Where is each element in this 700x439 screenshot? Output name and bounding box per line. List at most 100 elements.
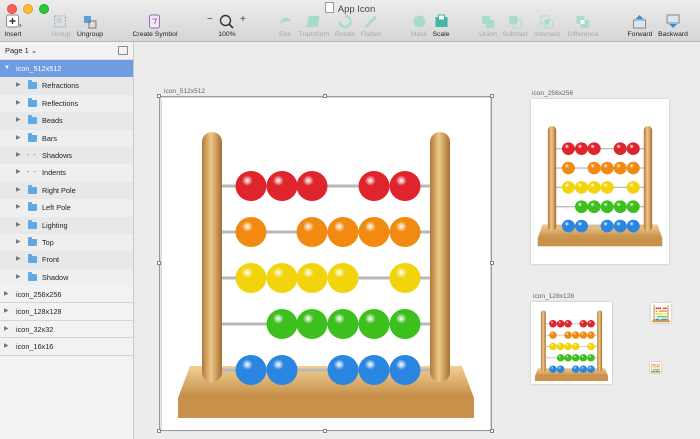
zoom-out-button[interactable]: − bbox=[207, 14, 213, 25]
disclosure-collapsed-icon[interactable]: ▶ bbox=[4, 338, 9, 355]
plus-icon bbox=[5, 14, 22, 29]
layer-item[interactable]: ▶ icon_16x16 bbox=[0, 338, 133, 356]
union-button[interactable]: Union bbox=[479, 14, 497, 38]
abacus-bead bbox=[653, 368, 655, 370]
abacus-bead bbox=[664, 307, 667, 310]
layer-item[interactable]: ▶ Lighting bbox=[0, 216, 133, 234]
artboard-icon-256[interactable] bbox=[531, 99, 669, 264]
resize-handle[interactable] bbox=[490, 429, 494, 433]
layer-item[interactable]: ▶ Refractions bbox=[0, 77, 133, 95]
ungroup-button[interactable]: Ungroup bbox=[77, 14, 103, 38]
layer-item[interactable]: ▶ Top bbox=[0, 233, 133, 252]
zoom-in-button[interactable]: + bbox=[240, 14, 246, 25]
group-button[interactable]: Group bbox=[52, 14, 70, 38]
abacus-left-pole bbox=[653, 305, 655, 321]
layer-item[interactable]: ▶ Beads bbox=[0, 112, 133, 130]
abacus-bead bbox=[656, 370, 658, 372]
canvas[interactable]: icon_512x512 icon_256x256 icon_128x128 bbox=[134, 42, 700, 439]
abacus-right-pole bbox=[667, 305, 669, 321]
abacus-bead bbox=[661, 315, 663, 318]
scale-button[interactable]: Scale bbox=[432, 14, 450, 38]
artboard-icon-16[interactable] bbox=[650, 362, 661, 373]
insert-button[interactable]: Insert bbox=[5, 14, 22, 38]
add-page-icon[interactable] bbox=[118, 46, 128, 55]
abacus-bead bbox=[653, 367, 655, 369]
rotate-icon bbox=[337, 14, 354, 29]
disclosure-collapsed-icon[interactable]: ▶ bbox=[16, 130, 21, 147]
subtract-button[interactable]: Subtract bbox=[502, 14, 528, 38]
artboard-icon-32[interactable] bbox=[651, 303, 671, 323]
mask-button[interactable]: Mask bbox=[411, 14, 428, 38]
zoom-control[interactable]: − + 100% bbox=[207, 14, 247, 38]
abacus-bead bbox=[652, 364, 654, 366]
disclosure-collapsed-icon[interactable]: ▶ bbox=[4, 303, 9, 320]
abacus-left-pole bbox=[651, 363, 653, 372]
page-selector[interactable]: Page 1 ⌄ bbox=[0, 42, 133, 60]
disclosure-collapsed-icon[interactable]: ▶ bbox=[16, 269, 21, 286]
folder-icon bbox=[28, 80, 37, 90]
disclosure-collapsed-icon[interactable]: ▶ bbox=[16, 217, 21, 234]
zoom-control-icons: − + bbox=[207, 14, 247, 29]
layer-item[interactable]: ▶ Right Pole bbox=[0, 181, 133, 200]
abacus-bead bbox=[587, 181, 601, 194]
resize-handle[interactable] bbox=[323, 94, 327, 98]
disclosure-collapsed-icon[interactable]: ▶ bbox=[4, 321, 9, 338]
abacus-bead bbox=[652, 365, 654, 367]
layer-item[interactable]: ▶ Left Pole bbox=[0, 199, 133, 217]
disclosure-collapsed-icon[interactable]: ▶ bbox=[4, 286, 9, 303]
abacus-bead bbox=[561, 161, 575, 175]
flatten-button[interactable]: Flatten bbox=[361, 14, 381, 38]
layer-name: icon_128x128 bbox=[16, 307, 62, 317]
abacus-bead bbox=[556, 365, 565, 373]
disclosure-collapsed-icon[interactable]: ▶ bbox=[16, 234, 21, 251]
artboard-label-256[interactable]: icon_256x256 bbox=[532, 90, 573, 97]
create-symbol-button[interactable]: Create Symbol bbox=[133, 14, 177, 38]
layer-item[interactable]: ▶ icon_256x256 bbox=[0, 286, 133, 304]
layer-item[interactable]: ▶ - - Shadows bbox=[0, 146, 133, 165]
layer-item[interactable]: ▶ icon_128x128 bbox=[0, 303, 133, 321]
abacus-bead bbox=[561, 142, 575, 155]
artboard-label-512[interactable]: icon_512x512 bbox=[164, 88, 205, 95]
difference-button[interactable]: Difference bbox=[568, 14, 598, 38]
disclosure-collapsed-icon[interactable]: ▶ bbox=[16, 182, 21, 199]
layer-item[interactable]: ▼ icon_512x512 bbox=[0, 60, 133, 78]
layer-item[interactable]: ▶ icon_32x32 bbox=[0, 321, 133, 339]
transform-button[interactable]: Transform bbox=[299, 14, 329, 38]
resize-handle[interactable] bbox=[323, 429, 327, 433]
artboard-label-128[interactable]: icon_128x128 bbox=[533, 293, 574, 300]
backward-button[interactable]: Backward bbox=[658, 14, 688, 38]
disclosure-collapsed-icon[interactable]: ▶ bbox=[16, 112, 21, 129]
layer-item[interactable]: ▶ - - Indents bbox=[0, 164, 133, 182]
resize-handle[interactable] bbox=[157, 94, 161, 98]
abacus-icon bbox=[652, 305, 670, 323]
abacus-right-pole bbox=[597, 310, 603, 373]
layer-item[interactable]: ▶ Bars bbox=[0, 129, 133, 147]
resize-handle[interactable] bbox=[157, 429, 161, 433]
resize-handle[interactable] bbox=[490, 94, 494, 98]
abacus-bead bbox=[564, 331, 572, 339]
disclosure-collapsed-icon[interactable]: ▶ bbox=[16, 199, 21, 216]
layer-item[interactable]: ▶ Reflections bbox=[0, 94, 133, 113]
abacus-bead bbox=[549, 320, 557, 328]
layer-item[interactable]: ▶ Front bbox=[0, 251, 133, 269]
abacus-icon bbox=[537, 125, 663, 247]
forward-button[interactable]: Forward bbox=[628, 14, 652, 38]
edit-icon bbox=[277, 14, 294, 29]
disclosure-collapsed-icon[interactable]: ▶ bbox=[16, 251, 21, 268]
artboard-icon-128[interactable] bbox=[531, 302, 612, 384]
intersect-button[interactable]: Intersect bbox=[534, 14, 560, 38]
folder-icon bbox=[28, 219, 37, 229]
disclosure-collapsed-icon[interactable]: ▶ bbox=[16, 147, 21, 164]
disclosure-collapsed-icon[interactable]: ▶ bbox=[16, 77, 21, 94]
edit-button[interactable]: Edit bbox=[277, 14, 294, 38]
disclosure-collapsed-icon[interactable]: ▶ bbox=[16, 164, 21, 181]
layer-item[interactable]: ▶ Shadow bbox=[0, 268, 133, 287]
abacus-bead bbox=[664, 315, 667, 318]
abacus-bead bbox=[613, 161, 627, 175]
resize-handle[interactable] bbox=[157, 261, 161, 265]
disclosure-collapsed-icon[interactable]: ▶ bbox=[16, 95, 21, 112]
disclosure-expanded-icon[interactable]: ▼ bbox=[4, 60, 10, 77]
rotate-button[interactable]: Rotate bbox=[335, 14, 355, 38]
abacus-bead bbox=[613, 142, 627, 155]
resize-handle[interactable] bbox=[490, 261, 494, 265]
